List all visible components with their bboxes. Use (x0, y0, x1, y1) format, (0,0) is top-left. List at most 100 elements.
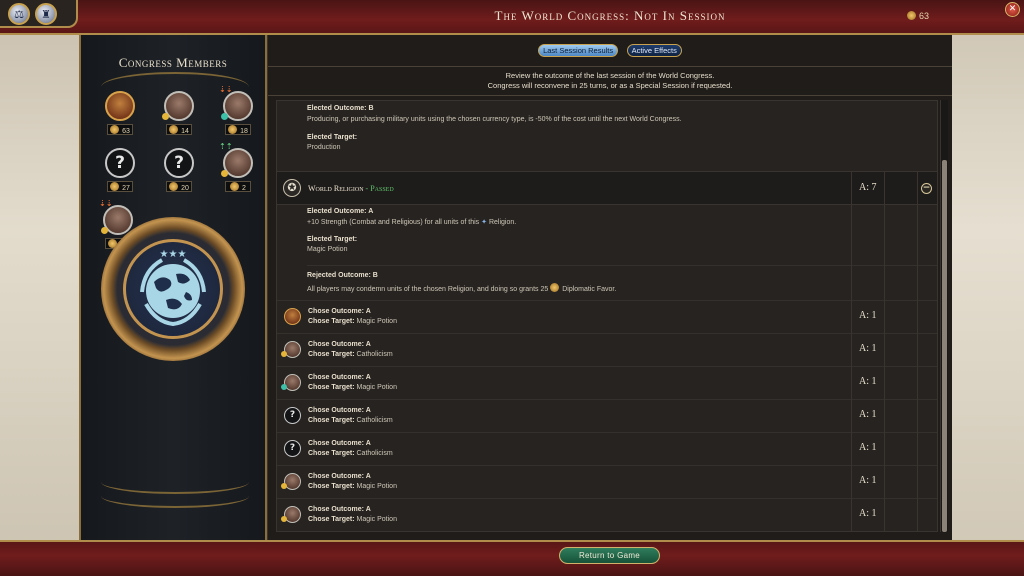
resolution-header[interactable]: ✪ World Religion - Passed A: 7 − (277, 171, 937, 205)
elected-outcome-text: Producing, or purchasing military units … (307, 116, 682, 123)
unknown-leader-portrait[interactable]: ? (284, 407, 301, 424)
member-slot[interactable]: 63 (101, 91, 141, 137)
vote-row: Chose Outcome: A Chose Target: Catholici… (277, 333, 937, 366)
vote-count: A: 1 (859, 409, 877, 420)
civ-badge-icon (281, 516, 287, 522)
column-divider (884, 171, 885, 531)
chose-outcome: Chose Outcome: A (308, 308, 371, 315)
divider (307, 265, 937, 266)
right-parchment (944, 0, 1024, 576)
civ-badge-icon (281, 384, 287, 390)
intro-line: Review the outcome of the last session o… (505, 71, 715, 80)
favor-icon (907, 11, 916, 20)
world-congress-icon[interactable]: ♜ (35, 3, 57, 25)
member-slot[interactable]: 14 (160, 91, 200, 137)
rejected-outcome-label: Rejected Outcome: B (307, 272, 378, 279)
chose-outcome: Chose Outcome: A (308, 341, 371, 348)
elected-outcome-text: +10 Strength (Combat and Religious) for … (307, 219, 517, 226)
member-favor: 2 (225, 181, 251, 192)
elected-target-value: Production (307, 144, 341, 151)
column-divider (851, 171, 852, 531)
return-to-game-button[interactable]: Return to Game (559, 547, 660, 564)
top-left-buttons: ⚖ ♜ (0, 0, 78, 28)
elected-target-value: Magic Potion (307, 246, 348, 253)
chose-target: Chose Target: Catholicism (308, 450, 393, 457)
tab-active-effects[interactable]: Active Effects (626, 44, 682, 57)
tab-bar: Last Session Results Active Effects (268, 40, 952, 58)
chose-target: Chose Target: Catholicism (308, 351, 393, 358)
resolution-votes: A: 7 (859, 182, 877, 193)
resolution-status: - Passed (363, 184, 394, 193)
intro-line: Congress will reconvene in 25 turns, or … (487, 81, 733, 90)
globe-laurel-icon: ★★★ (123, 239, 223, 339)
elected-outcome-label: Elected Outcome: B (307, 105, 374, 112)
close-button[interactable]: ✕ (1005, 2, 1020, 17)
chose-target: Chose Target: Magic Potion (308, 384, 397, 391)
scroll-thumb[interactable] (942, 160, 947, 532)
civ-badge-icon (101, 227, 108, 234)
banner-divider (101, 484, 249, 508)
resolutions-list[interactable]: Elected Outcome: B Producing, or purchas… (276, 100, 938, 532)
world-congress-emblem: ★★★ (101, 217, 245, 361)
vote-row: Chose Outcome: A Chose Target: Magic Pot… (277, 498, 937, 531)
member-slot[interactable]: ⇡⇡ 2 (219, 142, 259, 194)
religion-icon: ✦ (481, 219, 488, 226)
diplomatic-favor-counter: 63 (907, 11, 929, 21)
world-congress-screen: Congress Members 63 14 ⇣⇣ 18 ? 27 ? 20 ⇡… (0, 0, 1024, 576)
civ-badge-icon (281, 351, 287, 357)
chose-outcome: Chose Outcome: A (308, 407, 371, 414)
chose-outcome: Chose Outcome: A (308, 374, 371, 381)
unknown-leader-portrait[interactable]: ? (164, 148, 194, 178)
vote-count: A: 1 (859, 475, 877, 486)
scrollbar[interactable] (940, 100, 948, 532)
chose-target: Chose Target: Magic Potion (308, 318, 397, 325)
leader-portrait[interactable] (105, 91, 135, 121)
chose-target: Chose Target: Magic Potion (308, 516, 397, 523)
congress-members-banner: Congress Members 63 14 ⇣⇣ 18 ? 27 ? 20 ⇡… (79, 0, 267, 576)
bottom-bar (0, 540, 1024, 576)
civ-badge-icon (281, 483, 287, 489)
svg-text:★★★: ★★★ (160, 249, 187, 260)
vote-row: Chose Outcome: A Chose Target: Magic Pot… (277, 366, 937, 399)
member-favor: 27 (107, 181, 133, 192)
session-intro: Review the outcome of the last session o… (268, 66, 952, 96)
vote-count: A: 1 (859, 310, 877, 321)
left-parchment (0, 0, 82, 576)
chose-target: Chose Target: Catholicism (308, 417, 393, 424)
collapse-button[interactable]: − (921, 183, 932, 194)
column-divider (917, 171, 918, 531)
vote-row: ? Chose Outcome: A Chose Target: Catholi… (277, 399, 937, 432)
vote-row: ? Chose Outcome: A Chose Target: Catholi… (277, 432, 937, 465)
page-title: The World Congress: Not In Session (494, 8, 726, 23)
vote-row: Chose Outcome: A Chose Target: Magic Pot… (277, 300, 937, 333)
member-favor: 20 (166, 181, 192, 192)
member-favor: 18 (225, 124, 251, 135)
civ-badge-icon (221, 170, 228, 177)
unknown-leader-portrait[interactable]: ? (284, 440, 301, 457)
member-favor: 63 (107, 124, 133, 135)
member-slot[interactable]: ? 27 (101, 148, 141, 194)
elected-target-label: Elected Target: (307, 134, 358, 141)
vote-count: A: 1 (859, 376, 877, 387)
tab-last-session-results[interactable]: Last Session Results (538, 44, 619, 57)
chose-outcome: Chose Outcome: A (308, 440, 371, 447)
chose-outcome: Chose Outcome: A (308, 473, 371, 480)
vote-row: Chose Outcome: A Chose Target: Magic Pot… (277, 465, 937, 498)
members-title: Congress Members (118, 55, 228, 70)
world-religion-icon: ✪ (283, 179, 301, 197)
unknown-leader-portrait[interactable]: ? (105, 148, 135, 178)
vote-count: A: 1 (859, 343, 877, 354)
elected-outcome-label: Elected Outcome: A (307, 208, 374, 215)
elected-target-label: Elected Target: (307, 236, 358, 243)
diplomacy-icon[interactable]: ⚖ (8, 3, 30, 25)
leader-portrait[interactable] (284, 308, 301, 325)
civ-badge-icon (162, 113, 169, 120)
civ-badge-icon (221, 113, 228, 120)
member-slot[interactable]: ? 20 (160, 148, 200, 194)
favor-icon (550, 283, 560, 292)
resolution-title: World Religion - Passed (308, 184, 394, 193)
member-slot[interactable]: ⇣⇣ 18 (219, 85, 259, 137)
vote-count: A: 1 (859, 508, 877, 519)
member-favor: 14 (166, 124, 192, 135)
chose-outcome: Chose Outcome: A (308, 506, 371, 513)
